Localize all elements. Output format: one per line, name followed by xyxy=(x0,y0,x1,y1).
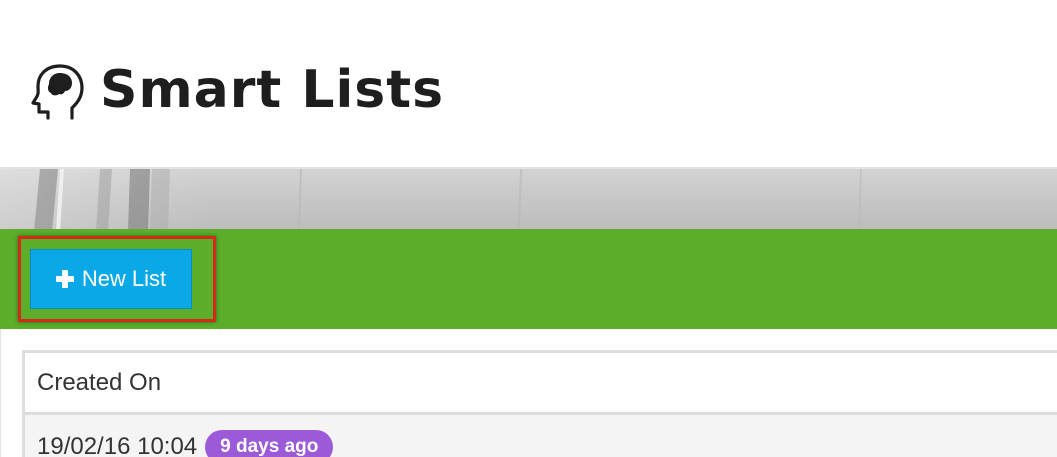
page-title: Smart Lists xyxy=(100,60,445,120)
created-on-value: 19/02/16 10:04 xyxy=(37,433,198,457)
column-header-created-on[interactable]: Created On xyxy=(25,353,1057,415)
smart-lists-table: Created On 19/02/16 10:04 9 days ago xyxy=(22,350,1057,457)
column-header-label: Created On xyxy=(37,368,162,396)
smart-lists-page: Smart Lists New List Created On 19/02/16… xyxy=(0,0,1057,457)
page-header: Smart Lists xyxy=(30,58,444,122)
new-list-button[interactable]: New List xyxy=(30,249,192,309)
banner-texture xyxy=(0,169,1057,229)
header-banner-image xyxy=(0,167,1057,229)
age-badge: 9 days ago xyxy=(205,430,334,457)
head-brain-icon xyxy=(31,64,84,120)
plus-icon xyxy=(55,270,74,288)
new-list-label: New List xyxy=(81,266,167,291)
table-row[interactable]: 19/02/16 10:04 9 days ago xyxy=(25,415,1057,457)
